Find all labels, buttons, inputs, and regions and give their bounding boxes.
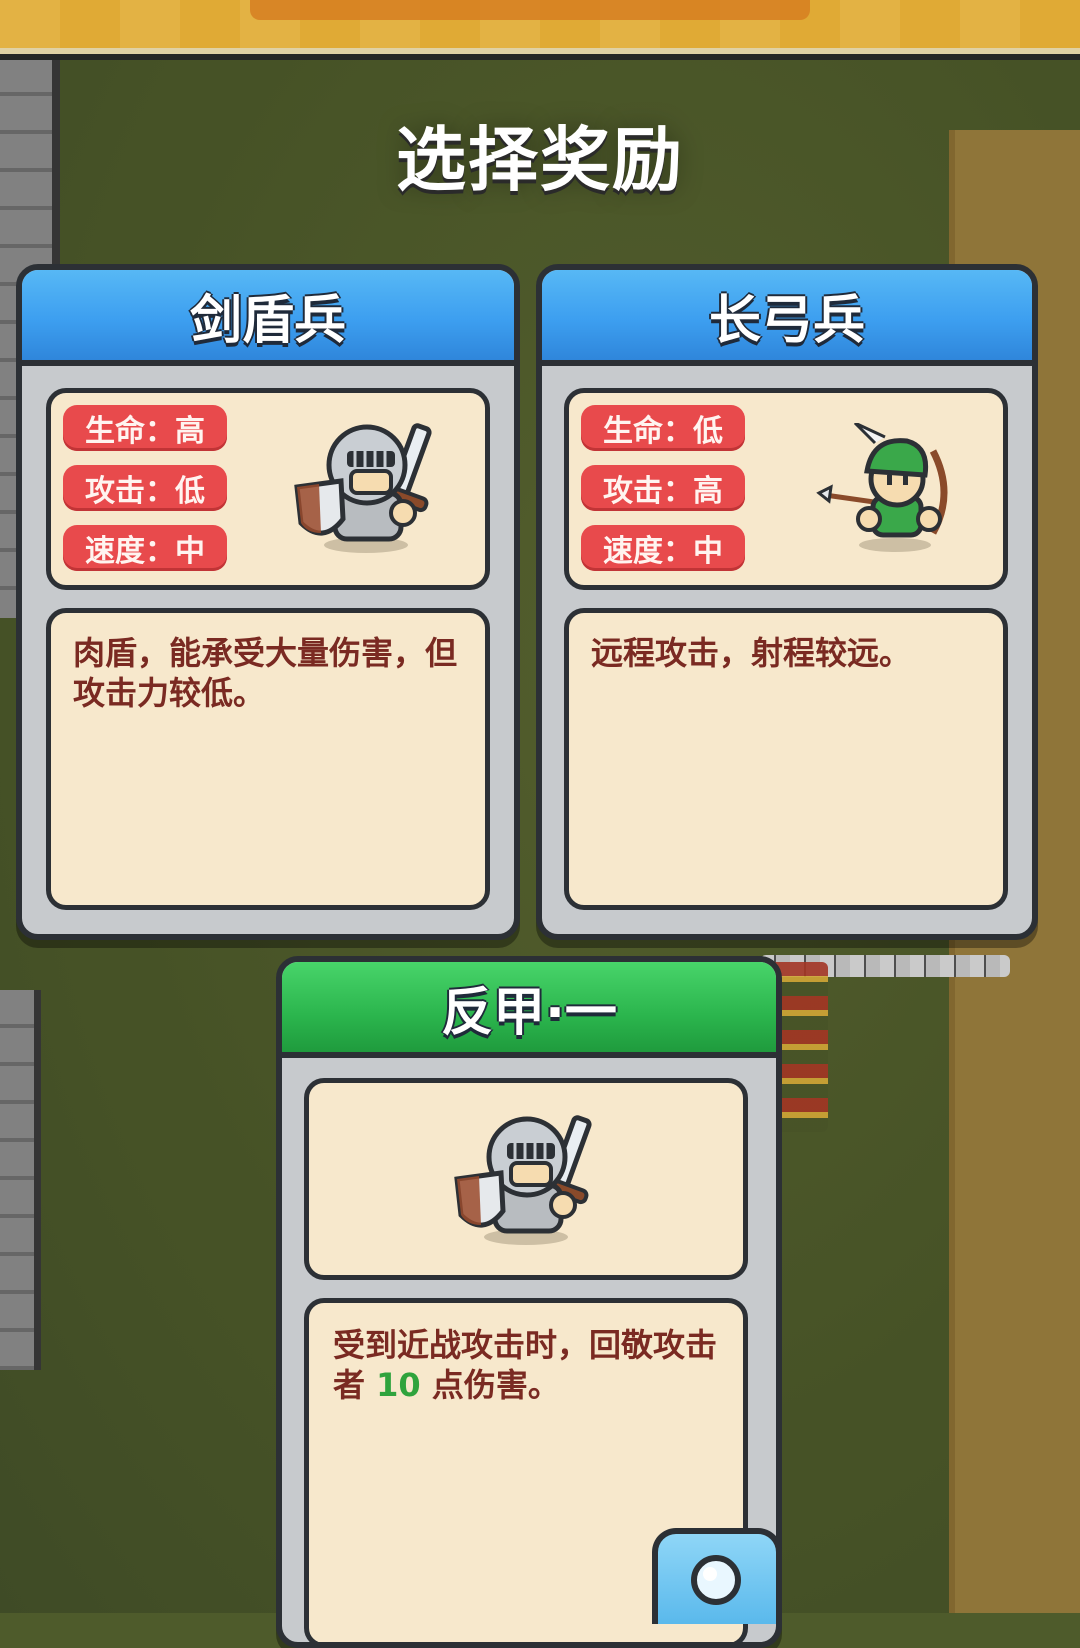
sword-shield-knight-icon	[454, 1115, 592, 1245]
reward-card-sword-shield[interactable]: 剑盾兵 生命：高 攻击：低 速度：中 肉盾，能承受大量伤害，但攻击力较低。	[16, 264, 520, 940]
portrait-panel	[304, 1078, 748, 1280]
card-description: 受到近战攻击时，回敬攻击者 10 点伤害。	[333, 1325, 723, 1405]
stats-panel: 生命：低 攻击：高 速度：中	[564, 388, 1008, 590]
stat-badge-health: 生命：低	[581, 405, 745, 451]
card-description: 远程攻击，射程较远。	[591, 634, 912, 672]
description-text: 点伤害。	[420, 1366, 560, 1404]
magnifier-icon	[691, 1555, 741, 1605]
longbow-archer-icon	[816, 423, 948, 552]
stat-badge-health: 生命：高	[63, 405, 227, 451]
sword-shield-knight-icon	[294, 423, 432, 553]
card-description: 肉盾，能承受大量伤害，但攻击力较低。	[73, 634, 458, 712]
description-panel: 肉盾，能承受大量伤害，但攻击力较低。	[46, 608, 490, 910]
stats-panel: 生命：高 攻击：低 速度：中	[46, 388, 490, 590]
card-title: 剑盾兵	[22, 270, 514, 366]
magnifier-button[interactable]	[652, 1528, 782, 1624]
stat-list: 生命：低 攻击：高 速度：中	[581, 405, 745, 585]
stat-badge-attack: 攻击：高	[581, 465, 745, 511]
stat-badge-attack: 攻击：低	[63, 465, 227, 511]
reward-card-longbow[interactable]: 长弓兵 生命：低 攻击：高 速度：中 远程攻击，射程较远。	[536, 264, 1038, 940]
description-panel: 远程攻击，射程较远。	[564, 608, 1008, 910]
card-title: 反甲·一	[282, 962, 776, 1058]
stat-list: 生命：高 攻击：低 速度：中	[63, 405, 227, 585]
stat-badge-speed: 速度：中	[581, 525, 745, 571]
damage-value: 10	[376, 1366, 421, 1404]
screen-title: 选择奖励	[396, 119, 684, 201]
stat-badge-speed: 速度：中	[63, 525, 227, 571]
card-title: 长弓兵	[542, 270, 1032, 366]
